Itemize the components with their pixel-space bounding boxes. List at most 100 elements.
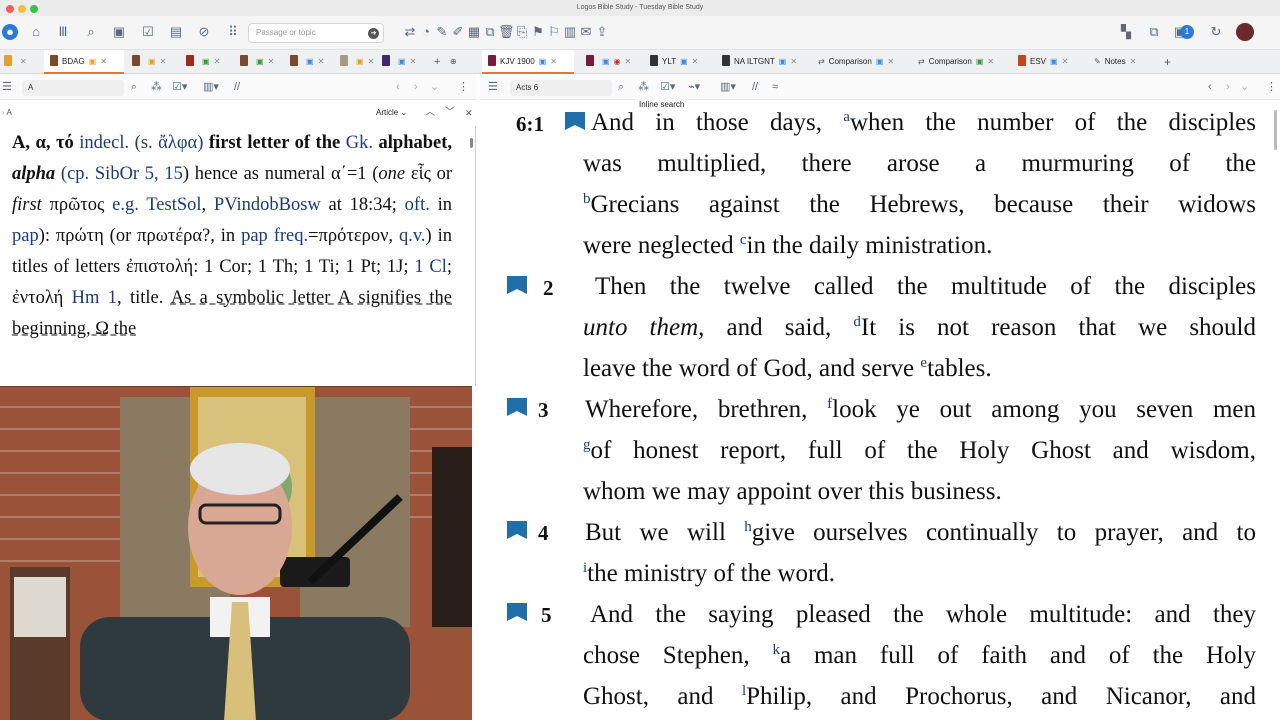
view-options-icon[interactable]: ▥▾ — [720, 80, 736, 94]
lex-link[interactable]: q.v. — [399, 226, 426, 246]
back-arrow-icon[interactable]: ‹ — [1208, 80, 1212, 94]
parallel-resources-icon[interactable]: ⁂ — [151, 80, 162, 94]
add-tab-right-icon[interactable]: + — [1164, 50, 1171, 74]
guides-icon[interactable]: ▣ — [111, 24, 127, 40]
footnote-marker[interactable]: h — [744, 519, 752, 535]
lex-link[interactable]: e.g. — [112, 195, 139, 215]
tab-options-left-icon[interactable]: ⊕ — [450, 50, 457, 74]
footnote-marker[interactable]: a — [843, 109, 850, 125]
compare-icon[interactable]: ⧉ — [482, 24, 498, 40]
history-dropdown-icon[interactable]: ⌄ — [430, 80, 439, 94]
avatar[interactable] — [1236, 23, 1254, 41]
layouts-icon[interactable]: ⊘ — [196, 24, 212, 40]
image-icon[interactable]: ▦ — [466, 24, 482, 40]
more-options-icon[interactable]: ⋮ — [1266, 80, 1277, 94]
verse-flag-icon[interactable] — [507, 603, 527, 621]
verse-flag-icon[interactable] — [507, 276, 527, 294]
lex-link[interactable]: Gk. — [346, 133, 373, 153]
inline-search-icon[interactable]: ⌁▾ — [688, 80, 700, 94]
go-arrow-icon[interactable]: ➔ — [368, 28, 379, 39]
footnote-marker[interactable]: k — [772, 642, 780, 658]
tab-left-5[interactable]: ▣ ✕ — [340, 50, 374, 74]
minimize-window-icon[interactable] — [18, 5, 26, 13]
verse-number[interactable]: 4 — [538, 521, 549, 546]
home-icon[interactable]: ⌂ — [28, 24, 44, 40]
tab-kjv-1900[interactable]: KJV 1900 ▣ ✕ — [482, 50, 574, 74]
tab-notes[interactable]: ✎ Notes ✕ — [1094, 50, 1136, 74]
lex-link[interactable]: TestSol — [146, 195, 201, 215]
tab-left-6[interactable]: ▣ ✕ — [382, 50, 416, 74]
footnote-marker[interactable]: c — [740, 232, 747, 248]
tools-grid-icon[interactable]: ⠿ — [225, 24, 241, 40]
view-options-icon[interactable]: ▥▾ — [203, 80, 219, 94]
verse-flag-icon[interactable] — [507, 521, 527, 539]
flag-icon[interactable]: ⚐ — [546, 24, 562, 40]
sync-icon[interactable]: ↻ — [1208, 24, 1224, 40]
verse-number[interactable]: 5 — [541, 603, 552, 628]
edit-window-icon[interactable]: ⧉ — [1146, 24, 1162, 40]
trash-icon[interactable]: 🗑 — [498, 24, 515, 40]
parallel-resources-icon[interactable]: ⁂ — [638, 80, 649, 94]
lex-link[interactable]: Hm 1 — [72, 288, 117, 308]
lex-link[interactable]: ἄλφα — [158, 133, 197, 153]
tab-comparison-1[interactable]: ⇄ Comparison ▣ ✕ — [818, 50, 894, 74]
checklist-icon[interactable]: ☑ — [140, 24, 156, 40]
lex-link[interactable]: pap — [241, 226, 268, 246]
tab-left-4[interactable]: ▣ ✕ — [290, 50, 324, 74]
lex-link[interactable]: indecl. — [79, 133, 129, 153]
bookmark-icon[interactable]: ⚑ — [530, 24, 546, 40]
verse-flag-icon[interactable] — [565, 112, 585, 130]
panel-menu-icon[interactable]: ☰ — [2, 80, 12, 94]
add-tab-left-icon[interactable]: + — [434, 50, 440, 74]
text-comparison-icon[interactable]: ≈ — [772, 80, 778, 94]
tab-left-2[interactable]: ▣ ✕ — [186, 50, 220, 74]
view-mode-select[interactable]: Article ⌄ — [376, 100, 407, 126]
lex-link[interactable]: freq. — [274, 226, 308, 246]
more-options-icon[interactable]: ⋮ — [458, 80, 469, 94]
lex-link[interactable]: 1 Cl — [414, 257, 447, 277]
bible-reference-input[interactable]: Acts 6 — [510, 80, 612, 96]
library-icon[interactable]: Ⅲ — [55, 24, 71, 40]
layout-icon[interactable]: ▚ — [1118, 24, 1134, 40]
tab-bdag[interactable]: BDAG ▣ ✕ — [44, 50, 124, 74]
lex-link[interactable]: pap — [12, 226, 39, 246]
footnote-marker[interactable]: g — [583, 437, 591, 453]
verse-number[interactable]: 2 — [543, 276, 554, 301]
tab-left-1[interactable]: ▣ ✕ — [132, 50, 166, 74]
lex-link[interactable]: cp. — [67, 164, 89, 184]
tab-comparison-2[interactable]: ⇄ Comparison ▣ ✕ — [918, 50, 994, 74]
previous-article-icon[interactable]: ︿ — [425, 100, 435, 126]
tab-na-iltgnt[interactable]: NA ILTGNT ▣ ✕ — [722, 50, 797, 74]
forward-arrow-icon[interactable]: › — [414, 80, 418, 94]
history-back-icon[interactable]: ⇄ — [402, 24, 418, 40]
history-dropdown-icon[interactable]: ⌄ — [1240, 80, 1249, 94]
account-icon[interactable]: ● — [2, 24, 18, 40]
verse-number[interactable]: 6:1 — [516, 112, 544, 137]
timer-icon[interactable]: ◔ — [418, 24, 434, 40]
footnote-marker[interactable]: b — [583, 191, 591, 207]
left-scrollbar[interactable] — [470, 138, 473, 148]
link-set-icon[interactable]: // — [234, 80, 240, 94]
search-icon[interactable]: ⌕ — [83, 24, 99, 40]
visual-filters-icon[interactable]: ☑▾ — [172, 80, 187, 94]
passage-search-input[interactable]: Passage or topic ➔ — [248, 23, 384, 43]
right-scrollbar[interactable] — [1274, 110, 1277, 150]
highlight-icon[interactable]: ✎ — [434, 24, 450, 40]
panel-menu-icon[interactable]: ☰ — [488, 80, 498, 94]
pen-icon[interactable]: ✐ — [450, 24, 466, 40]
table-icon[interactable]: ▥ — [562, 24, 578, 40]
share-icon[interactable]: ⇪ — [594, 24, 610, 40]
tab-left-0[interactable]: ✕ — [4, 50, 27, 74]
lex-link[interactable]: PVindobBosw — [214, 195, 321, 215]
verse-number[interactable]: 3 — [538, 398, 549, 423]
tab-ylt[interactable]: YLT ▣ ✕ — [650, 50, 698, 74]
lex-link[interactable]: SibOr 5, 15 — [95, 164, 183, 184]
tab-right-1[interactable]: ▣ ◉ ✕ — [586, 50, 631, 74]
next-article-icon[interactable]: ﹀ — [445, 100, 455, 126]
visual-filters-icon[interactable]: ☑▾ — [660, 80, 675, 94]
link-set-icon[interactable]: // — [752, 80, 758, 94]
lex-link[interactable]: oft. — [405, 195, 430, 215]
footnote-marker[interactable]: d — [853, 314, 861, 330]
zoom-window-icon[interactable] — [30, 5, 38, 13]
close-window-icon[interactable] — [6, 5, 14, 13]
